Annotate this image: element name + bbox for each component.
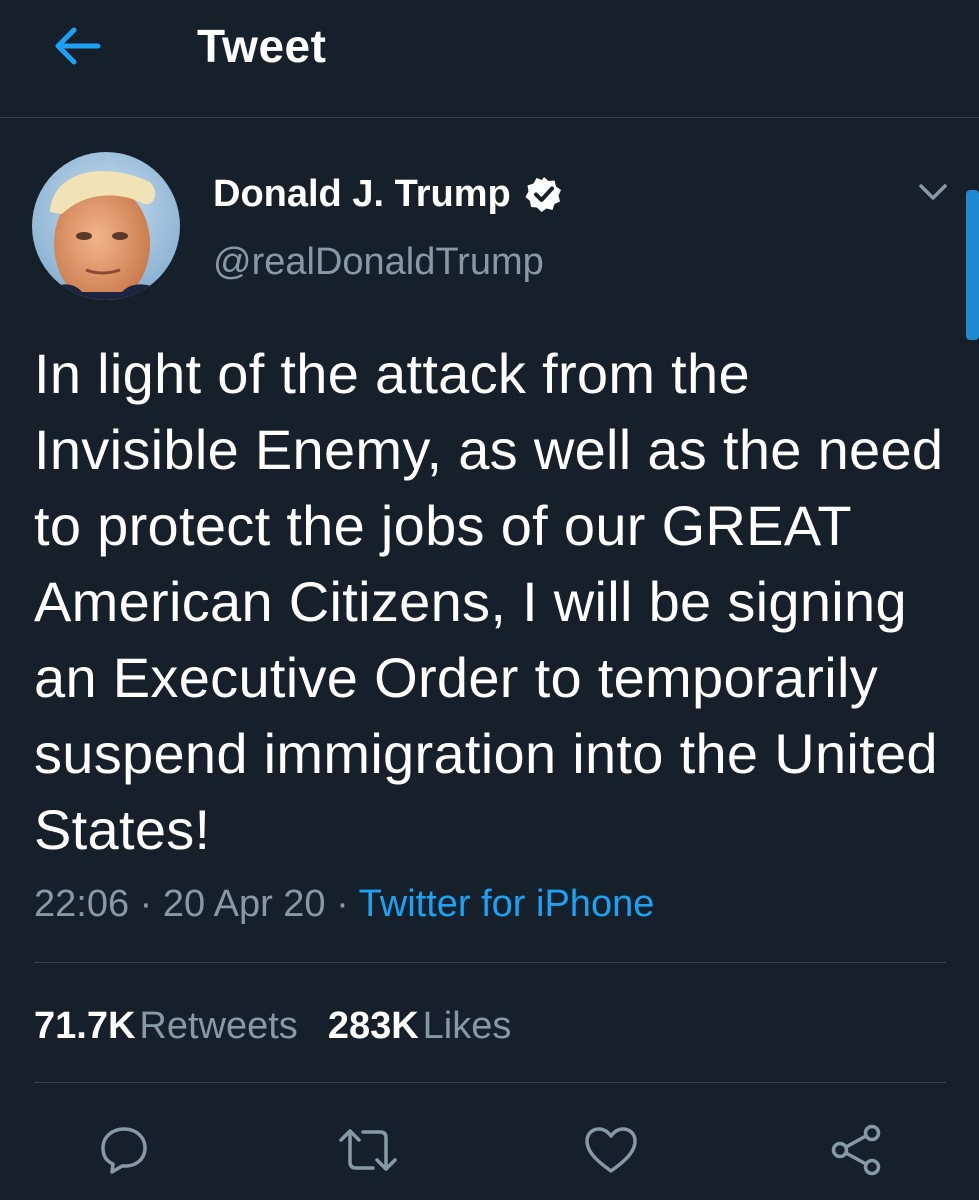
likes-stat[interactable]: 283K Likes: [328, 1005, 512, 1047]
retweet-icon: [339, 1129, 397, 1171]
tweet-stats: 71.7K Retweets 283K Likes: [34, 1002, 541, 1050]
avatar[interactable]: [32, 152, 180, 300]
meta-separator: ·: [139, 883, 153, 925]
meta-separator: ·: [336, 883, 349, 925]
retweet-button[interactable]: [336, 1120, 400, 1180]
tweet-detail-screen: Tweet Donald J. Trump @realDonaldTrump I…: [0, 0, 979, 1200]
likes-label: Likes: [422, 1005, 512, 1047]
author-handle[interactable]: @realDonaldTrump: [213, 238, 544, 286]
tweet-date: 20 Apr 20: [162, 883, 326, 925]
share-icon: [831, 1124, 881, 1176]
divider: [34, 962, 946, 963]
like-icon: [585, 1127, 637, 1173]
share-button[interactable]: [824, 1120, 888, 1180]
avatar-image: [32, 152, 180, 300]
likes-count: 283K: [327, 1005, 419, 1047]
tweet-text: In light of the attack from the Invisibl…: [34, 342, 944, 861]
divider: [34, 1082, 946, 1083]
retweets-count: 71.7K: [34, 1005, 136, 1047]
scrollbar[interactable]: [966, 190, 979, 340]
arrow-left-icon: [55, 27, 101, 65]
tweet-source-link[interactable]: Twitter for iPhone: [359, 883, 655, 925]
retweets-label: Retweets: [139, 1005, 298, 1047]
back-button[interactable]: [40, 14, 112, 78]
chevron-down-icon: [919, 184, 947, 200]
verified-badge-icon: [525, 175, 563, 213]
retweets-stat[interactable]: 71.7K Retweets: [34, 1005, 298, 1047]
author-name-row[interactable]: Donald J. Trump: [213, 170, 563, 218]
author-display-name: Donald J. Trump: [213, 173, 511, 215]
like-button[interactable]: [579, 1120, 643, 1180]
reply-icon: [101, 1127, 147, 1174]
page-title: Tweet: [197, 20, 327, 72]
tweet-time: 22:06: [34, 883, 130, 925]
reply-button[interactable]: [92, 1120, 156, 1180]
tweet-options-button[interactable]: [910, 172, 956, 212]
tweet-meta: 22:06 · 20 Apr 20 · Twitter for iPhone: [34, 880, 654, 928]
top-app-bar: Tweet: [0, 0, 979, 118]
